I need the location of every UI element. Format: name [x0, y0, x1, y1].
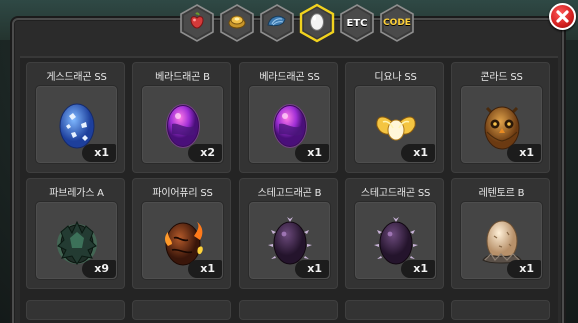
item-slot: x1 [141, 201, 224, 280]
item-quantity: x1 [295, 260, 329, 278]
inventory-item-partial[interactable] [451, 300, 550, 320]
item-slot: x1 [354, 85, 437, 164]
item-name: 파이어퓨리 SS [152, 188, 213, 199]
item-quantity: x1 [295, 144, 329, 162]
item-quantity: x9 [82, 260, 116, 278]
item-slot: x1 [354, 201, 437, 280]
tab-label: ETC [346, 17, 368, 29]
item-name: 게스드래곤 SS [46, 72, 107, 83]
inventory-item[interactable]: 스테고드래곤 B x1 [239, 178, 338, 289]
item-name: 레텐토르 B [478, 188, 525, 199]
item-slot: x1 [35, 85, 118, 164]
item-name: 스테고드래곤 B [257, 188, 322, 199]
item-name: 파브레가스 A [49, 188, 104, 199]
inventory-item[interactable]: 레텐토르 B x1 [451, 178, 550, 289]
inventory-item[interactable]: 스테고드래곤 SS x1 [345, 178, 444, 289]
item-slot: x1 [460, 201, 543, 280]
item-name: 콘라드 SS [480, 72, 523, 83]
inventory-item[interactable]: 게스드래곤 SS x1 [26, 62, 125, 173]
tab-gold[interactable] [218, 3, 256, 43]
inventory-item-partial[interactable] [345, 300, 444, 320]
item-quantity: x1 [507, 260, 541, 278]
inventory-item[interactable]: 파이어퓨리 SS x1 [132, 178, 231, 289]
item-slot: x9 [35, 201, 118, 280]
item-name: 베라드래곤 B [155, 72, 210, 83]
inventory-item[interactable]: 파브레가스 A x9 [26, 178, 125, 289]
item-quantity: x1 [82, 144, 116, 162]
item-quantity: x1 [401, 260, 435, 278]
gold-tab-icon [227, 12, 247, 34]
item-slot: x1 [248, 85, 331, 164]
item-name: 스테고드래곤 SS [360, 188, 431, 199]
inventory-item[interactable]: 베라드래곤 SS x1 [239, 62, 338, 173]
category-tabs: ETC CODE [178, 3, 416, 43]
tab-egg[interactable] [298, 3, 336, 43]
inventory-item[interactable]: 베라드래곤 B x2 [132, 62, 231, 173]
item-quantity: x1 [188, 260, 222, 278]
egg-tab-icon [309, 11, 325, 35]
inventory-item-partial[interactable] [132, 300, 231, 320]
inventory-item-partial[interactable] [239, 300, 338, 320]
tab-label: CODE [383, 18, 411, 28]
shell-tab-icon [267, 13, 287, 33]
inventory-item[interactable]: 디요나 SS x1 [345, 62, 444, 173]
item-slot: x1 [460, 85, 543, 164]
item-name: 디요나 SS [374, 72, 417, 83]
fruit-tab-icon [188, 12, 206, 34]
item-slot: x2 [141, 85, 224, 164]
item-name: 베라드래곤 SS [259, 72, 320, 83]
inventory-item-partial[interactable] [26, 300, 125, 320]
tab-fruit[interactable] [178, 3, 216, 43]
close-button[interactable] [549, 3, 576, 30]
item-slot: x1 [248, 201, 331, 280]
close-icon [556, 10, 569, 23]
tab-shell[interactable] [258, 3, 296, 43]
inventory-item[interactable]: 콘라드 SS x1 [451, 62, 550, 173]
tab-code[interactable]: CODE [378, 3, 416, 43]
tab-etc[interactable]: ETC [338, 3, 376, 43]
item-quantity: x2 [188, 144, 222, 162]
item-quantity: x1 [401, 144, 435, 162]
item-quantity: x1 [507, 144, 541, 162]
